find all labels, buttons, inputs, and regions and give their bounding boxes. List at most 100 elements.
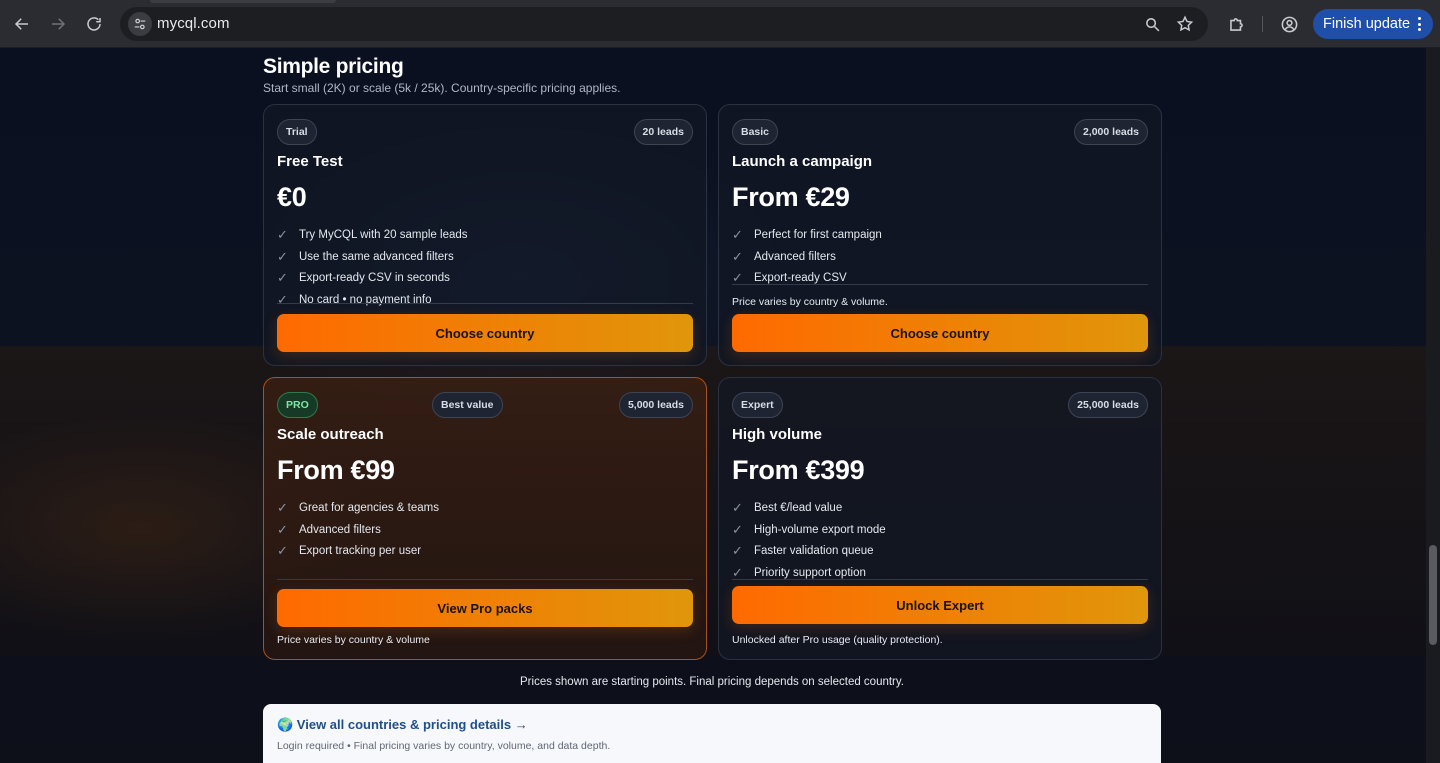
leads-badge: 25,000 leads — [1068, 392, 1148, 418]
browser-toolbar: mycql.com Finish update — [0, 0, 1440, 48]
check-icon: ✓ — [277, 270, 288, 286]
plan-card-pro: PRO Best value 5,000 leads Scale outreac… — [263, 377, 707, 660]
check-icon: ✓ — [277, 248, 288, 264]
arrow-right-icon — [52, 18, 66, 30]
forward-button[interactable] — [46, 12, 70, 36]
price-note: Price varies by country & volume — [277, 634, 430, 646]
list-item: ✓ Great for agencies & teams — [277, 497, 439, 519]
feature-list: ✓ Perfect for first campaign ✓ Advanced fi… — [732, 224, 882, 289]
list-item: ✓ Try MyCQL with 20 sample leads — [277, 224, 468, 246]
check-icon: ✓ — [277, 226, 288, 242]
plan-card-expert: Expert 25,000 leads High volume From €39… — [718, 377, 1162, 660]
page-title: Simple pricing — [263, 55, 404, 78]
scrollbar-thumb[interactable] — [1429, 545, 1437, 645]
list-item: ✓ No card • no payment info — [277, 289, 468, 311]
choose-country-button[interactable]: Choose country — [732, 314, 1148, 352]
pricing-footnote: Prices shown are starting points. Final … — [520, 676, 904, 688]
plan-price: From €29 — [732, 182, 850, 212]
finish-update-label: Finish update — [1323, 16, 1411, 32]
pricing-details-panel: 🌍 View all countries & pricing details →… — [263, 704, 1161, 763]
reload-button[interactable] — [82, 12, 106, 36]
active-tab-indicator — [150, 0, 336, 3]
extensions-button[interactable] — [1225, 13, 1247, 35]
puzzle-icon — [1229, 17, 1243, 31]
unlock-expert-button[interactable]: Unlock Expert — [732, 586, 1148, 624]
best-value-badge: Best value — [432, 392, 503, 418]
feature-text: High-volume export mode — [754, 523, 886, 536]
check-icon: ✓ — [732, 248, 743, 264]
view-pro-packs-button[interactable]: View Pro packs — [277, 589, 693, 627]
feature-text: Advanced filters — [754, 250, 836, 263]
choose-country-button[interactable]: Choose country — [277, 314, 693, 352]
list-item: ✓ Best €/lead value — [732, 497, 886, 519]
plan-title: Launch a campaign — [732, 153, 873, 170]
page-scrollbar[interactable] — [1426, 48, 1440, 763]
plan-card-basic: Basic 2,000 leads Launch a campaign From… — [718, 104, 1162, 366]
tier-badge: Basic — [732, 119, 779, 145]
list-item: ✓ Advanced filters — [277, 519, 439, 541]
tier-badge: Expert — [732, 392, 783, 418]
list-item: ✓ Priority support option — [732, 562, 886, 584]
feature-text: Priority support option — [754, 566, 866, 579]
feature-text: Export tracking per user — [299, 545, 422, 558]
toolbar-separator — [1262, 16, 1263, 32]
back-button[interactable] — [10, 12, 34, 36]
feature-text: Use the same advanced filters — [299, 250, 454, 263]
tier-badge: Trial — [277, 119, 317, 145]
bookmark-button[interactable] — [1175, 14, 1195, 34]
check-icon: ✓ — [732, 521, 743, 537]
address-bar[interactable]: mycql.com — [120, 7, 1208, 41]
tune-icon — [134, 18, 146, 30]
leads-badge: 20 leads — [633, 119, 693, 145]
list-item: ✓ Export-ready CSV in seconds — [277, 267, 468, 289]
list-item: ✓ Use the same advanced filters — [277, 246, 468, 268]
plan-title: Scale outreach — [277, 426, 384, 443]
check-icon: ✓ — [732, 543, 743, 559]
plan-title: Free Test — [277, 153, 343, 170]
divider — [277, 303, 693, 304]
url-text[interactable]: mycql.com — [157, 15, 230, 32]
feature-text: Great for agencies & teams — [299, 501, 439, 514]
feature-text: No card • no payment info — [299, 293, 432, 306]
site-settings-button[interactable] — [128, 12, 152, 36]
feature-list: ✓ Best €/lead value ✓ High-volume export m… — [732, 497, 886, 584]
list-item: ✓ Advanced filters — [732, 246, 882, 268]
divider — [732, 579, 1148, 580]
plan-price: From €399 — [732, 455, 865, 485]
page-content: Simple pricing Start small (2K) or scale… — [0, 48, 1426, 763]
account-circle-icon — [1281, 16, 1297, 32]
star-icon — [1176, 15, 1194, 32]
list-item: ✓ Faster validation queue — [732, 540, 886, 562]
feature-text: Advanced filters — [299, 523, 381, 536]
plan-price: From €99 — [277, 455, 395, 485]
list-item: ✓ Export tracking per user — [277, 540, 439, 562]
list-item: ✓ High-volume export mode — [732, 519, 886, 541]
check-icon: ✓ — [277, 499, 288, 515]
background-band — [0, 346, 1426, 656]
zoom-button[interactable] — [1142, 14, 1162, 34]
feature-list: ✓ Try MyCQL with 20 sample leads ✓ Use the… — [277, 224, 468, 311]
magnifier-icon — [1145, 17, 1159, 31]
more-vert-icon[interactable] — [1418, 17, 1421, 31]
details-subtext: Login required • Final pricing varies by… — [277, 740, 611, 752]
plan-title: High volume — [732, 426, 823, 443]
check-icon: ✓ — [732, 226, 743, 242]
reload-icon — [87, 17, 101, 31]
check-icon: ✓ — [732, 499, 743, 515]
divider — [277, 579, 693, 580]
leads-badge: 5,000 leads — [618, 392, 693, 418]
feature-text: Try MyCQL with 20 sample leads — [299, 228, 468, 241]
feature-text: Export-ready CSV — [754, 272, 847, 285]
pro-badge: PRO — [277, 392, 318, 418]
check-icon: ✓ — [277, 521, 288, 537]
check-icon: ✓ — [277, 291, 288, 307]
view-countries-link[interactable]: 🌍 View all countries & pricing details → — [277, 717, 528, 733]
price-note: Price varies by country & volume. — [732, 296, 888, 308]
profile-button[interactable] — [1278, 13, 1300, 35]
finish-update-button[interactable]: Finish update — [1313, 9, 1433, 39]
feature-text: Faster validation queue — [754, 545, 874, 558]
check-icon: ✓ — [277, 543, 288, 559]
unlock-note: Unlocked after Pro usage (quality protec… — [732, 634, 943, 646]
feature-text: Perfect for first campaign — [754, 228, 882, 241]
list-item: ✓ Perfect for first campaign — [732, 224, 882, 246]
